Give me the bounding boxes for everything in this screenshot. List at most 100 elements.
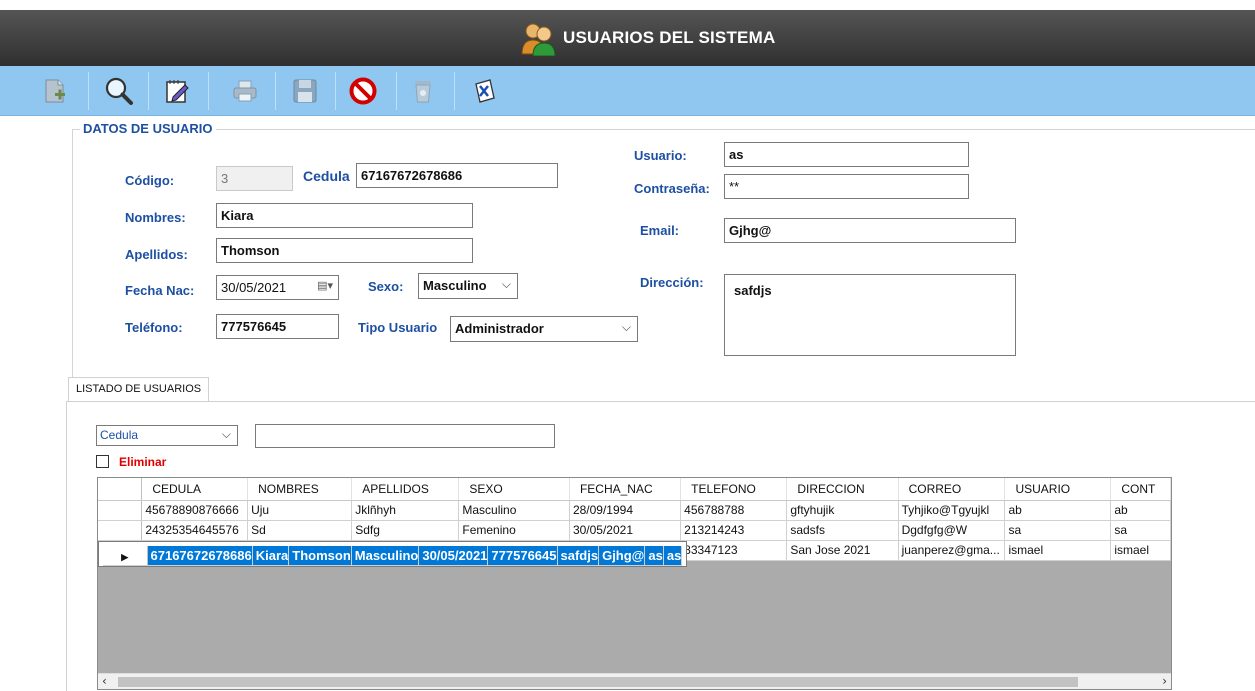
column-header[interactable]: USUARIO (1004, 478, 1112, 501)
table-cell[interactable]: Thomson (288, 545, 352, 566)
chevron-down-icon: ⌵ (221, 427, 231, 441)
table-row[interactable]: ▶ 67167672678686 Kiara Thomson Masculino 30/0… (98, 540, 688, 567)
tipo-usuario-label: Tipo Usuario (358, 320, 438, 335)
table-cell[interactable]: ismael (1110, 540, 1171, 561)
horizontal-scrollbar[interactable]: ‹ › (98, 673, 1171, 689)
sexo-select[interactable]: Masculino ⌵ (418, 273, 518, 299)
scrollbar-thumb[interactable] (118, 677, 1078, 687)
table-cell[interactable]: 45678890876666 (141, 500, 249, 521)
table-cell[interactable]: gftyhujik (786, 500, 899, 521)
table-cell[interactable]: Sd (247, 520, 353, 541)
table-cell[interactable]: sa (1004, 520, 1112, 541)
printer-icon[interactable] (228, 74, 262, 108)
scroll-right-icon[interactable]: › (1162, 674, 1167, 688)
usuario-field[interactable]: as (724, 142, 969, 167)
fecha-nac-label: Fecha Nac: (125, 283, 195, 298)
column-header[interactable]: SEXO (458, 478, 570, 501)
table-cell[interactable]: 24325354645576 (141, 520, 249, 541)
table-cell[interactable]: Sdfg (351, 520, 460, 541)
filter-field-value: Cedula (100, 428, 139, 442)
table-cell[interactable]: as (644, 545, 664, 566)
column-header[interactable]: DIRECCION (786, 478, 899, 501)
table-cell[interactable]: 30/05/2021 (569, 520, 682, 541)
contrasena-field[interactable]: ** (724, 174, 969, 199)
usuario-label: Usuario: (634, 148, 687, 163)
sexo-value: Masculino (423, 278, 487, 293)
email-field[interactable]: Gjhg@ (724, 218, 1016, 243)
column-header[interactable]: CEDULA (141, 478, 249, 501)
table-cell[interactable]: 456788788 (680, 500, 788, 521)
filter-field-select[interactable]: Cedula ⌵ (96, 425, 238, 446)
apellidos-label: Apellidos: (125, 247, 188, 262)
calendar-dropdown-icon[interactable]: ▤▾ (317, 279, 333, 292)
table-row[interactable]: 45678890876666 Uju Jklñhyh Masculino 28/09/1… (98, 500, 1171, 521)
edit-pencil-icon[interactable] (160, 74, 194, 108)
table-header: CEDULA NOMBRES APELLIDOS SEXO FECHA_NAC TELEF… (98, 478, 1171, 501)
column-header[interactable]: NOMBRES (247, 478, 353, 501)
prohibited-icon[interactable] (346, 74, 380, 108)
scroll-left-icon[interactable]: ‹ (102, 674, 107, 688)
trash-icon[interactable] (406, 74, 440, 108)
table-cell[interactable]: as (663, 545, 683, 566)
eliminar-checkbox[interactable] (96, 455, 109, 468)
cedula-label: Cedula (303, 168, 350, 184)
table-cell[interactable]: 30/05/2021 (418, 545, 489, 566)
search-input[interactable] (255, 424, 555, 448)
column-header[interactable]: CONT (1110, 478, 1171, 501)
toolbar-separator (454, 72, 455, 110)
nombres-field[interactable]: Kiara (216, 203, 473, 228)
column-header[interactable]: TELEFONO (680, 478, 788, 501)
table-cell[interactable]: Masculino (351, 545, 420, 566)
table-cell[interactable]: 213214243 (680, 520, 788, 541)
table-cell[interactable]: San Jose 2021 (786, 540, 899, 561)
toolbar-separator (148, 72, 149, 110)
table-cell[interactable]: sa (1110, 520, 1171, 541)
group-title: DATOS DE USUARIO (80, 121, 216, 136)
fecha-nac-picker[interactable]: 30/05/2021 ▤▾ (216, 275, 339, 300)
row-header[interactable]: ▶ (103, 545, 148, 566)
table-row[interactable]: 24325354645576 Sd Sdfg Femenino 30/05/2021 21… (98, 520, 1171, 541)
table-cell[interactable]: ismael (1004, 540, 1112, 561)
column-header[interactable]: CORREO (898, 478, 1006, 501)
toolbar-separator (208, 72, 209, 110)
table-cell[interactable]: 777576645 (487, 545, 558, 566)
sexo-label: Sexo: (368, 279, 404, 294)
table-cell[interactable]: sadsfs (786, 520, 899, 541)
new-document-icon[interactable] (38, 74, 72, 108)
row-header[interactable] (98, 520, 143, 541)
table-cell[interactable]: Uju (247, 500, 353, 521)
users-grid[interactable]: CEDULA NOMBRES APELLIDOS SEXO FECHA_NAC TELEF… (97, 477, 1172, 690)
close-window-icon[interactable] (468, 74, 502, 108)
magnifier-icon[interactable] (102, 74, 136, 108)
telefono-label: Teléfono: (125, 320, 183, 335)
table-cell[interactable]: Tyhjiko@Tgyujkl (898, 500, 1006, 521)
table-cell[interactable]: 67167672678686 (147, 545, 253, 566)
email-label: Email: (640, 223, 680, 238)
direccion-textarea[interactable]: safdjs (724, 274, 1016, 356)
column-header[interactable]: FECHA_NAC (569, 478, 682, 501)
table-cell[interactable]: 83347123 (680, 540, 788, 561)
table-cell[interactable]: ab (1004, 500, 1112, 521)
contrasena-label: Contraseña: (634, 181, 710, 196)
apellidos-field[interactable]: Thomson (216, 238, 473, 263)
table-cell[interactable]: Masculino (458, 500, 570, 521)
table-cell[interactable]: Jklñhyh (351, 500, 460, 521)
window-title: USUARIOS DEL SISTEMA (563, 28, 776, 47)
table-cell[interactable]: juanperez@gma... (898, 540, 1006, 561)
table-cell[interactable]: 28/09/1994 (569, 500, 682, 521)
table-cell[interactable]: Gjhg@ (598, 545, 646, 566)
table-cell[interactable]: safdjs (557, 545, 600, 566)
column-header[interactable]: APELLIDOS (351, 478, 460, 501)
table-cell[interactable]: ab (1110, 500, 1171, 521)
toolbar-separator (275, 72, 276, 110)
cedula-field[interactable]: 67167672678686 (356, 163, 558, 188)
tipo-usuario-select[interactable]: Administrador ⌵ (450, 316, 638, 342)
users-table: CEDULA NOMBRES APELLIDOS SEXO FECHA_NAC TELEF… (98, 478, 1171, 567)
telefono-field[interactable]: 777576645 (216, 314, 339, 339)
tab-listado-usuarios[interactable]: LISTADO DE USUARIOS (68, 377, 210, 402)
table-cell[interactable]: Kiara (252, 545, 290, 566)
table-cell[interactable]: Dgdfgfg@W (898, 520, 1006, 541)
floppy-disk-icon[interactable] (288, 74, 322, 108)
row-header[interactable] (98, 500, 143, 521)
table-cell[interactable]: Femenino (458, 520, 570, 541)
